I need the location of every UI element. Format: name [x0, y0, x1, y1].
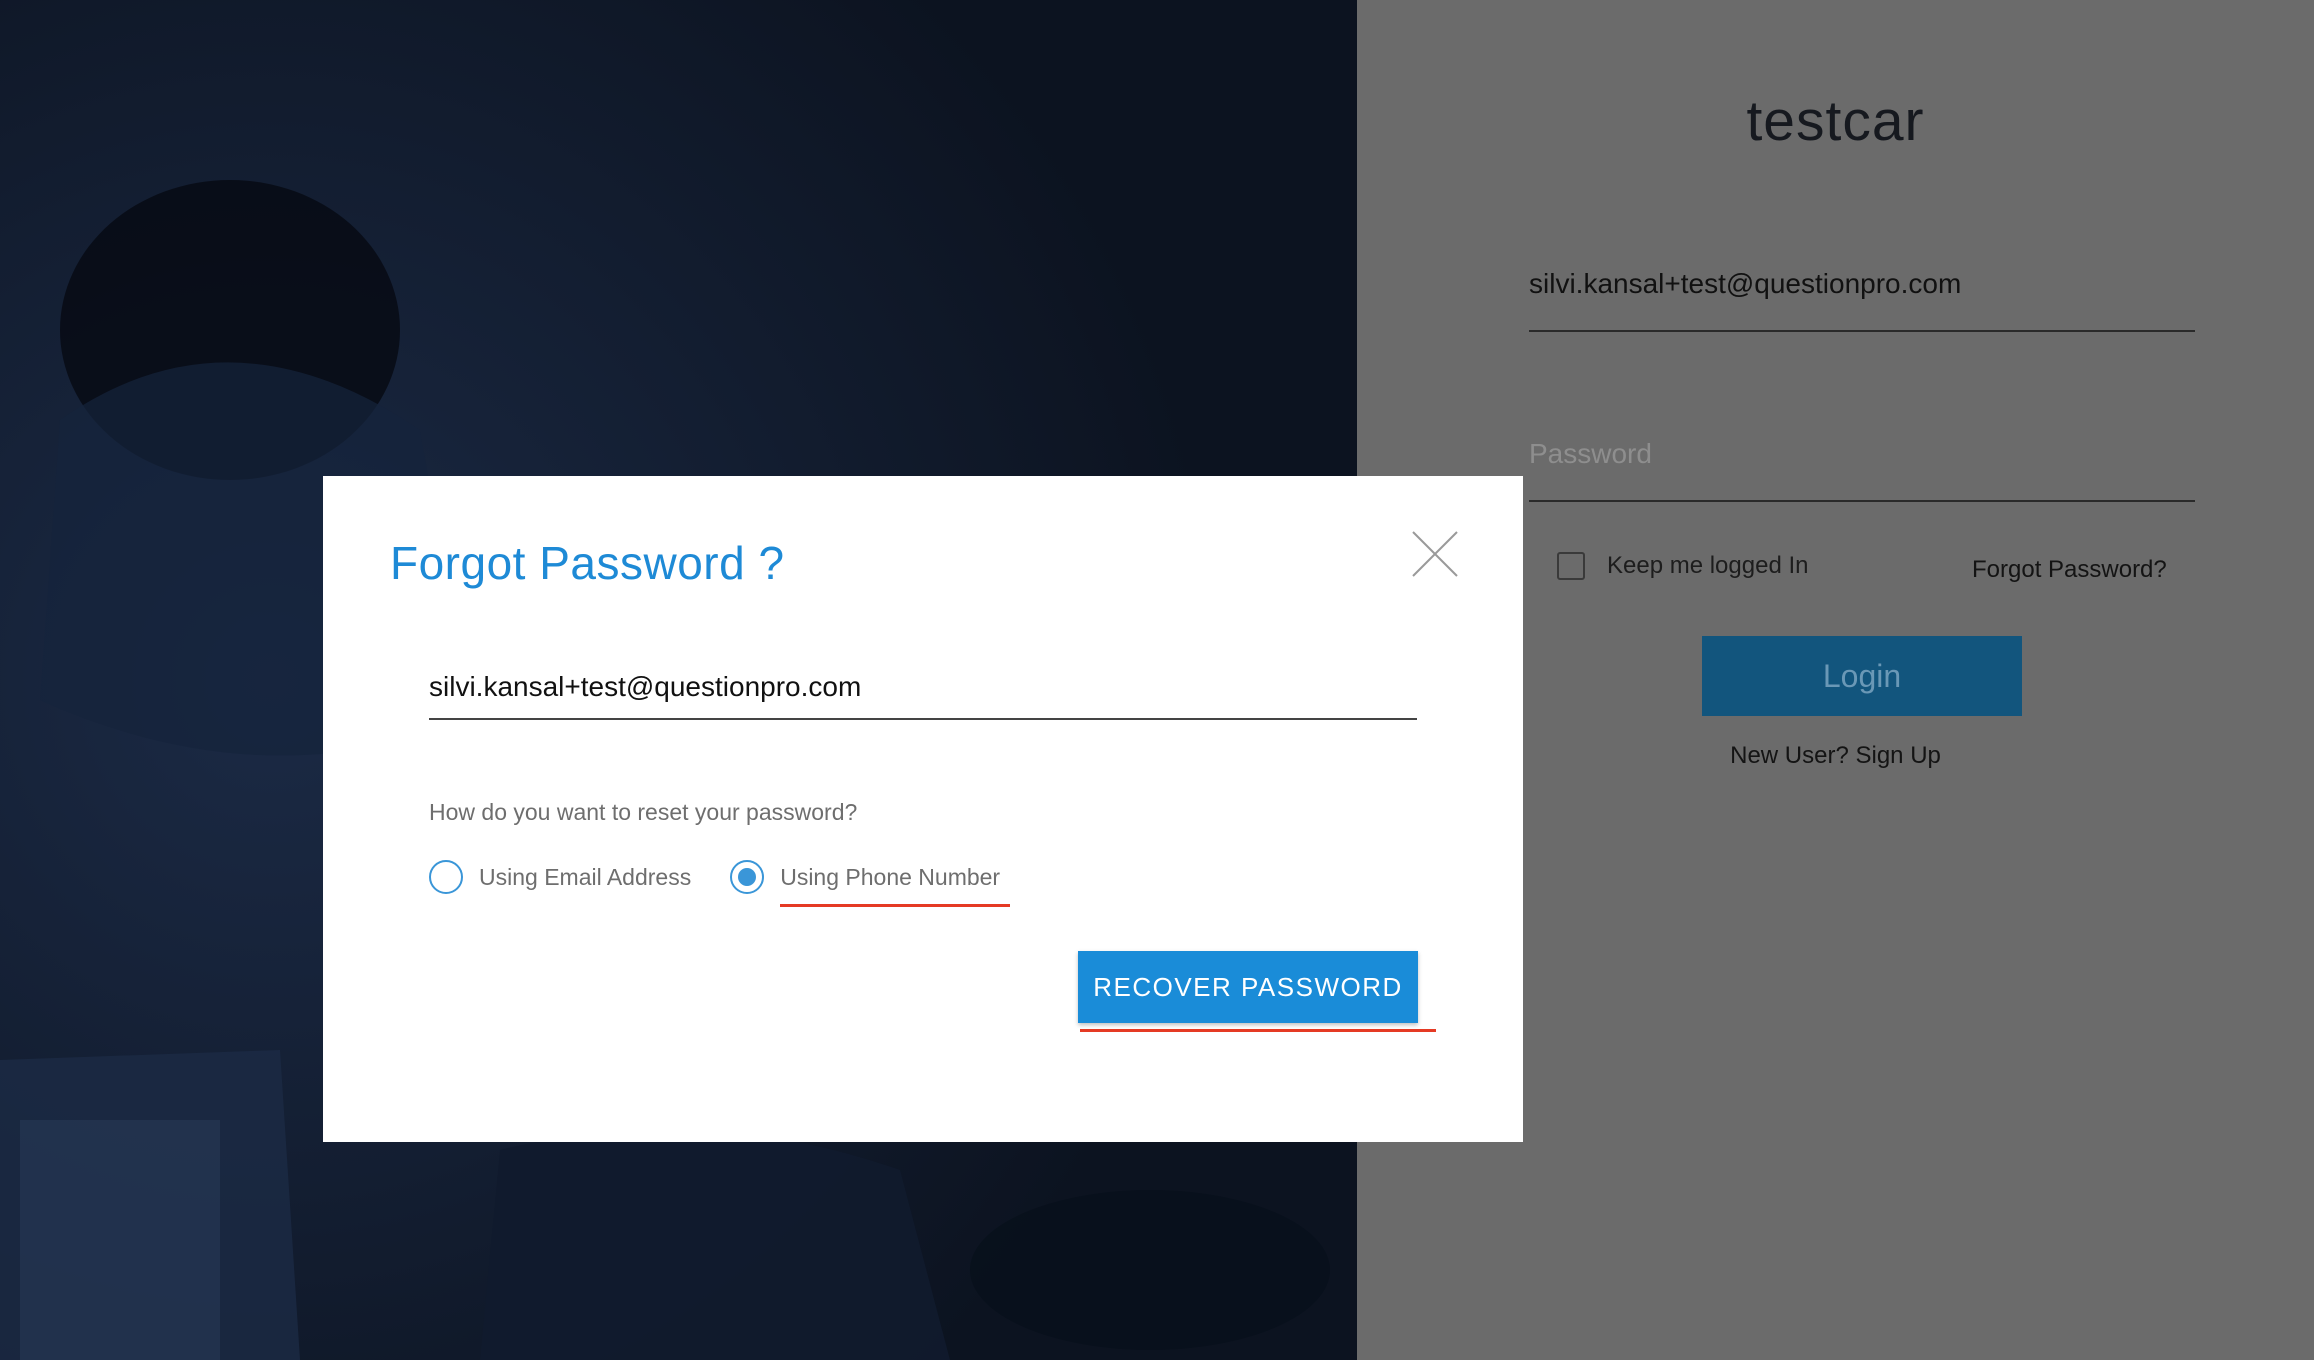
app-title: testcar [1746, 89, 1925, 153]
radio-email[interactable] [429, 860, 463, 894]
login-email-input[interactable] [1529, 254, 2195, 314]
reset-method-question: How do you want to reset your password? [429, 799, 858, 825]
remember-me-checkbox[interactable] [1557, 552, 1585, 580]
radio-selected-dot [738, 868, 757, 886]
radio-phone[interactable] [730, 860, 765, 894]
option-phone[interactable]: Using Phone Number [730, 860, 1011, 907]
modal-email-input[interactable] [429, 662, 1417, 712]
forgot-password-modal: Forgot Password ? How do you want to res… [323, 476, 1523, 1142]
close-icon[interactable] [1411, 530, 1459, 578]
annotation-underline-recover [1080, 1029, 1436, 1032]
modal-email-field[interactable] [429, 662, 1417, 720]
option-email-label: Using Email Address [479, 863, 692, 890]
login-password-field[interactable] [1529, 424, 2195, 502]
option-phone-label: Using Phone Number [780, 863, 1001, 890]
annotation-underline-phone [780, 904, 1011, 907]
remember-me-label: Keep me logged In [1607, 552, 1809, 579]
reset-method-options: Using Email Address Using Phone Number [429, 860, 1011, 907]
login-button[interactable]: Login [1702, 636, 2022, 716]
remember-me-row: Keep me logged In [1557, 552, 1808, 580]
recover-password-button[interactable]: RECOVER PASSWORD [1078, 951, 1418, 1023]
option-email[interactable]: Using Email Address [429, 860, 691, 894]
modal-title: Forgot Password ? [390, 537, 785, 589]
login-password-input[interactable] [1529, 424, 2195, 484]
login-email-field[interactable] [1529, 254, 2195, 332]
forgot-password-link[interactable]: Forgot Password? [1972, 556, 2167, 584]
